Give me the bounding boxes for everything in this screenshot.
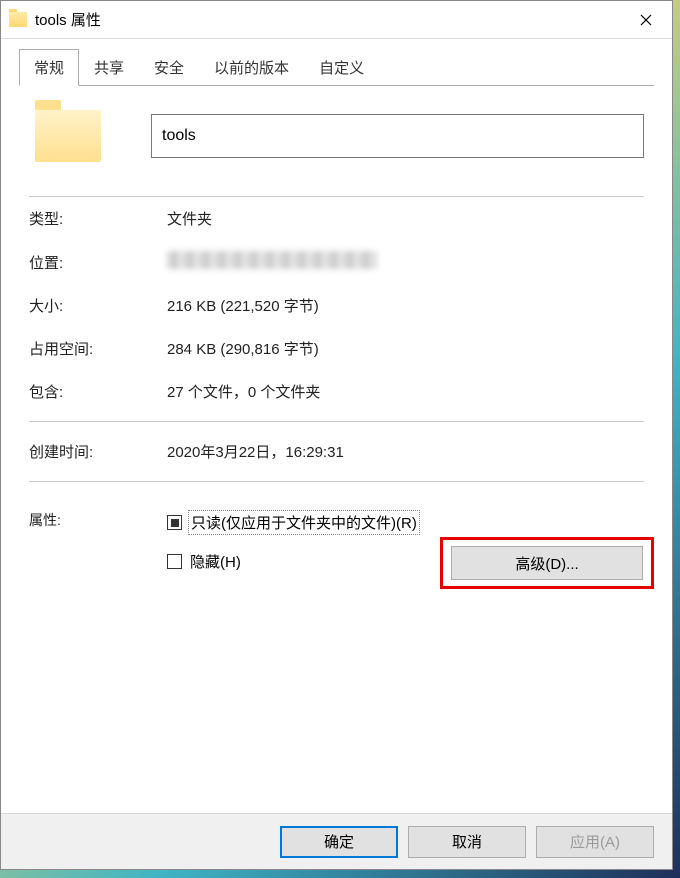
row-contains: 包含: 27 个文件，0 个文件夹 — [29, 370, 644, 413]
label-type: 类型: — [29, 208, 167, 229]
advanced-button[interactable]: 高级(D)... — [451, 546, 643, 580]
name-row — [29, 104, 644, 168]
attributes-column: 只读(仅应用于文件夹中的文件)(R) 隐藏(H) 高级(D)... — [167, 496, 644, 589]
folder-icon — [35, 110, 101, 162]
tab-sharing[interactable]: 共享 — [79, 49, 139, 86]
row-type: 类型: 文件夹 — [29, 197, 644, 240]
row-location: 位置: — [29, 240, 644, 284]
label-location: 位置: — [29, 252, 167, 273]
advanced-highlight: 高级(D)... — [440, 537, 654, 589]
attributes-section: 属性: 只读(仅应用于文件夹中的文件)(R) 隐藏(H) 高级(D)... — [29, 482, 644, 589]
value-created: 2020年3月22日，16:29:31 — [167, 441, 344, 462]
tab-customize[interactable]: 自定义 — [304, 49, 379, 86]
folder-name-input[interactable] — [151, 114, 644, 158]
dialog-footer: 确定 取消 应用(A) — [1, 813, 672, 869]
value-size-on-disk: 284 KB (290,816 字节) — [167, 338, 319, 359]
label-contains: 包含: — [29, 381, 167, 402]
label-size-on-disk: 占用空间: — [29, 338, 167, 359]
row-size-on-disk: 占用空间: 284 KB (290,816 字节) — [29, 327, 644, 370]
value-type: 文件夹 — [167, 208, 212, 229]
tab-previous-versions[interactable]: 以前的版本 — [199, 49, 304, 86]
value-contains: 27 个文件，0 个文件夹 — [167, 381, 320, 402]
value-size: 216 KB (221,520 字节) — [167, 295, 319, 316]
label-created: 创建时间: — [29, 441, 167, 462]
ok-button[interactable]: 确定 — [280, 826, 398, 858]
tab-general[interactable]: 常规 — [19, 49, 79, 86]
tab-content-general: 类型: 文件夹 位置: 大小: 216 KB (221,520 字节) 占用空间… — [1, 86, 672, 813]
hidden-checkbox[interactable] — [167, 554, 182, 569]
row-created: 创建时间: 2020年3月22日，16:29:31 — [29, 430, 644, 473]
close-icon — [640, 14, 652, 26]
readonly-label: 只读(仅应用于文件夹中的文件)(R) — [188, 510, 420, 535]
properties-dialog: tools 属性 常规 共享 安全 以前的版本 自定义 类型: 文件夹 位置: — [0, 0, 673, 870]
row-size: 大小: 216 KB (221,520 字节) — [29, 284, 644, 327]
label-size: 大小: — [29, 295, 167, 316]
highlight-box: 高级(D)... — [440, 537, 654, 589]
apply-button: 应用(A) — [536, 826, 654, 858]
hidden-checkbox-row[interactable]: 隐藏(H) — [167, 551, 440, 572]
close-button[interactable] — [620, 1, 672, 38]
value-location — [167, 251, 377, 273]
folder-icon — [9, 12, 27, 27]
readonly-checkbox[interactable] — [167, 515, 182, 530]
divider — [29, 421, 644, 422]
hidden-label: 隐藏(H) — [190, 551, 241, 572]
cancel-button[interactable]: 取消 — [408, 826, 526, 858]
label-attributes: 属性: — [29, 496, 167, 589]
tab-security[interactable]: 安全 — [139, 49, 199, 86]
readonly-checkbox-row[interactable]: 只读(仅应用于文件夹中的文件)(R) — [167, 510, 644, 535]
window-title: tools 属性 — [35, 9, 620, 30]
titlebar: tools 属性 — [1, 1, 672, 39]
tab-bar: 常规 共享 安全 以前的版本 自定义 — [1, 39, 672, 86]
